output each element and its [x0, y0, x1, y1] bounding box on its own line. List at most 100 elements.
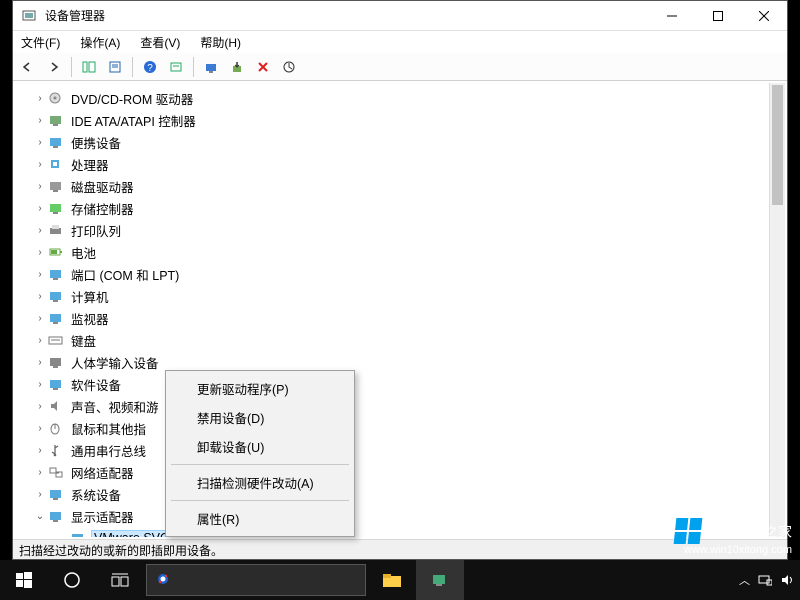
- watermark-brand: Win10: [705, 520, 764, 542]
- tree-item[interactable]: ›监视器: [33, 307, 769, 329]
- cortana-button[interactable]: [48, 560, 96, 600]
- device-category-icon: [47, 112, 65, 128]
- context-menu-item[interactable]: 禁用设备(D): [169, 403, 351, 432]
- tree-item[interactable]: ›网络适配器: [33, 461, 769, 483]
- tree-item[interactable]: ›便携设备: [33, 131, 769, 153]
- taskbar: ︿: [0, 560, 800, 600]
- properties-button[interactable]: [104, 56, 126, 78]
- tree-item[interactable]: ›软件设备: [33, 373, 769, 395]
- tree-item[interactable]: › 打印队列: [33, 219, 769, 241]
- menu-separator: [171, 464, 349, 465]
- toolbar: ?: [13, 53, 787, 81]
- scrollbar-thumb[interactable]: [772, 85, 783, 205]
- device-category-icon: [47, 376, 65, 392]
- expander-icon[interactable]: ›: [33, 379, 47, 390]
- tree-item[interactable]: ›处理器: [33, 153, 769, 175]
- tray-chevron-icon[interactable]: ︿: [739, 572, 750, 588]
- expander-icon[interactable]: ›: [33, 203, 47, 214]
- device-tree[interactable]: › DVD/CD-ROM 驱动器 › IDE ATA/ATAPI 控制器›便携设备›处…: [15, 83, 769, 537]
- toolbar-separator: [193, 57, 194, 77]
- expander-icon[interactable]: ›: [33, 401, 47, 412]
- expander-icon[interactable]: ›: [33, 115, 47, 126]
- expander-icon[interactable]: ›: [33, 489, 47, 500]
- expander-icon[interactable]: ›: [33, 423, 47, 434]
- show-hide-tree-button[interactable]: [78, 56, 100, 78]
- expander-icon[interactable]: ›: [33, 269, 47, 280]
- tree-item[interactable]: ›系统设备: [33, 483, 769, 505]
- menu-view[interactable]: 查看(V): [136, 32, 184, 53]
- maximize-button[interactable]: [695, 1, 741, 31]
- expander-icon[interactable]: ›: [33, 93, 47, 104]
- scan-hardware-button[interactable]: [278, 56, 300, 78]
- context-menu-item[interactable]: 更新驱动程序(P): [169, 374, 351, 403]
- expander-icon[interactable]: ›: [33, 159, 47, 170]
- back-button[interactable]: [17, 56, 39, 78]
- taskbar-explorer[interactable]: [368, 560, 416, 600]
- context-menu-item[interactable]: 卸载设备(U): [169, 432, 351, 461]
- system-tray[interactable]: ︿: [739, 572, 800, 588]
- forward-button[interactable]: [43, 56, 65, 78]
- close-button[interactable]: [741, 1, 787, 31]
- tray-network-icon[interactable]: [758, 574, 772, 586]
- expander-icon[interactable]: ›: [33, 225, 47, 236]
- context-menu-item[interactable]: 扫描检测硬件改动(A): [169, 468, 351, 497]
- tree-item[interactable]: ›键盘: [33, 329, 769, 351]
- device-category-icon: [47, 310, 65, 326]
- expander-icon[interactable]: ›: [33, 467, 47, 478]
- device-category-icon: [47, 508, 65, 524]
- tree-item[interactable]: › IDE ATA/ATAPI 控制器: [33, 109, 769, 131]
- expander-icon[interactable]: ›: [33, 247, 47, 258]
- tree-item[interactable]: ›存储控制器: [33, 197, 769, 219]
- tray-volume-icon[interactable]: [780, 574, 794, 586]
- taskbar-device-manager[interactable]: [416, 560, 464, 600]
- menu-action[interactable]: 操作(A): [76, 32, 124, 53]
- toolbar-separator: [132, 57, 133, 77]
- uninstall-button[interactable]: [252, 56, 274, 78]
- action-button[interactable]: [165, 56, 187, 78]
- search-app-icon: [155, 571, 173, 589]
- expander-icon[interactable]: ⌄: [33, 511, 47, 522]
- expander-icon[interactable]: ›: [33, 291, 47, 302]
- device-category-icon: [47, 332, 65, 348]
- device-category-icon: [47, 134, 65, 150]
- tree-item-label: 打印队列: [69, 220, 123, 241]
- help-button[interactable]: ?: [139, 56, 161, 78]
- tree-item[interactable]: ⌄显示适配器: [33, 505, 769, 527]
- tree-item[interactable]: ›鼠标和其他指: [33, 417, 769, 439]
- expander-icon[interactable]: ›: [33, 445, 47, 456]
- minimize-button[interactable]: [649, 1, 695, 31]
- windows-logo-icon: [674, 518, 703, 544]
- watermark: Win10之家 www.win10xitong.com: [675, 518, 792, 556]
- tree-item-label: IDE ATA/ATAPI 控制器: [69, 110, 198, 131]
- tree-item[interactable]: › 磁盘驱动器: [33, 175, 769, 197]
- menu-file[interactable]: 文件(F): [17, 32, 64, 53]
- expander-icon[interactable]: ›: [33, 357, 47, 368]
- enable-button[interactable]: [226, 56, 248, 78]
- tree-item-label: 人体学输入设备: [69, 352, 161, 373]
- menu-help[interactable]: 帮助(H): [196, 32, 245, 53]
- tree-item-child[interactable]: VMware SVGA 3D: [33, 527, 769, 537]
- tree-item[interactable]: › DVD/CD-ROM 驱动器: [33, 87, 769, 109]
- tree-item[interactable]: ›端口 (COM 和 LPT): [33, 263, 769, 285]
- tree-item[interactable]: ›电池: [33, 241, 769, 263]
- device-category-icon: [47, 354, 65, 370]
- tree-item[interactable]: ›计算机: [33, 285, 769, 307]
- context-menu-item[interactable]: 属性(R): [169, 504, 351, 533]
- taskbar-search[interactable]: [146, 564, 366, 596]
- expander-icon[interactable]: ›: [33, 313, 47, 324]
- tree-item-label: DVD/CD-ROM 驱动器: [69, 88, 195, 109]
- status-text: 扫描经过改动的或新的即插即用设备。: [19, 544, 223, 558]
- tree-item[interactable]: ›通用串行总线: [33, 439, 769, 461]
- expander-icon[interactable]: ›: [33, 335, 47, 346]
- update-driver-button[interactable]: [200, 56, 222, 78]
- tree-item[interactable]: ›声音、视频和游: [33, 395, 769, 417]
- expander-icon[interactable]: ›: [33, 137, 47, 148]
- svg-text:?: ?: [147, 63, 153, 74]
- start-button[interactable]: [0, 560, 48, 600]
- tree-item-label: 磁盘驱动器: [69, 176, 136, 197]
- tree-item[interactable]: › 人体学输入设备: [33, 351, 769, 373]
- vertical-scrollbar[interactable]: [769, 83, 785, 537]
- expander-icon[interactable]: ›: [33, 181, 47, 192]
- task-view-button[interactable]: [96, 560, 144, 600]
- device-category-icon: [47, 222, 65, 238]
